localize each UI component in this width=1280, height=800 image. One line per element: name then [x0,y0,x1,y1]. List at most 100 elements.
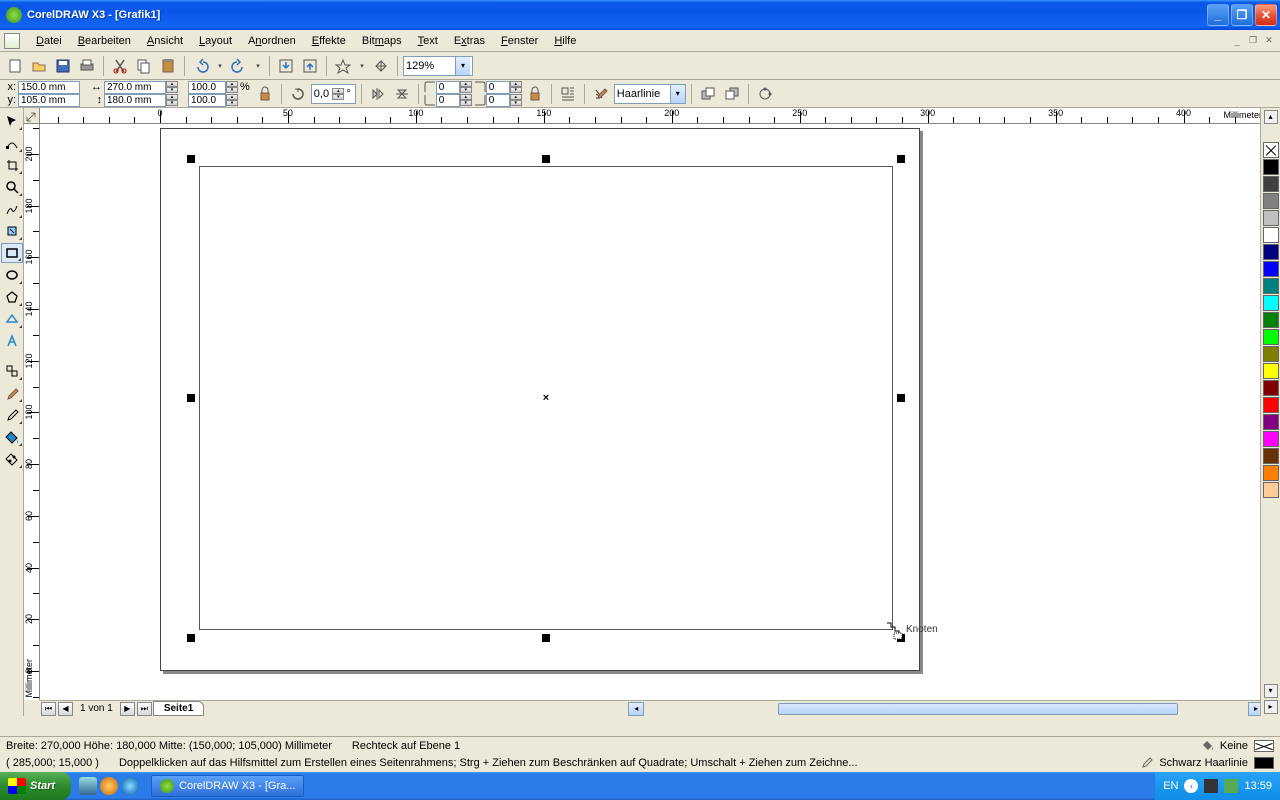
menu-anordnen[interactable]: Anordnen [240,33,304,49]
app-launcher-dropdown[interactable]: ▾ [356,62,368,70]
outline-width-combo[interactable]: Haarlinie▾ [614,84,686,104]
child-close-button[interactable]: ✕ [1262,35,1276,47]
handle-sw[interactable] [187,634,195,642]
palette-down-button[interactable]: ▾ [1264,684,1278,698]
corner-2-input[interactable]: 0 [436,94,460,107]
smart-fill-tool[interactable] [1,221,23,241]
y-position-input[interactable]: 105.0 mm [18,94,80,107]
first-page-button[interactable]: ⏮ [41,702,56,716]
swatch-6[interactable] [1263,261,1279,277]
horizontal-ruler[interactable]: Millimeter 050100150200250300350400 [40,108,1264,124]
undo-button[interactable] [190,55,212,77]
polygon-tool[interactable] [1,287,23,307]
swatch-4[interactable] [1263,227,1279,243]
swatch-0[interactable] [1263,159,1279,175]
freehand-tool[interactable] [1,199,23,219]
swatch-9[interactable] [1263,312,1279,328]
export-button[interactable] [299,55,321,77]
tray-language[interactable]: EN [1163,780,1178,792]
text-tool[interactable] [1,331,23,351]
menu-effekte[interactable]: Effekte [304,33,354,49]
handle-ne[interactable] [897,155,905,163]
swatch-1[interactable] [1263,176,1279,192]
menu-bearbeiten[interactable]: Bearbeiten [70,33,139,49]
fill-tool[interactable] [1,427,23,447]
paste-button[interactable] [157,55,179,77]
document-icon[interactable] [4,33,20,49]
horizontal-scrollbar[interactable]: ◂ ▸ [208,702,1264,716]
swatch-13[interactable] [1263,380,1279,396]
swatch-3[interactable] [1263,210,1279,226]
swatch-5[interactable] [1263,244,1279,260]
last-page-button[interactable]: ⏭ [137,702,152,716]
corner-1-input[interactable]: 0 [436,81,460,94]
ellipse-tool[interactable] [1,265,23,285]
handle-w[interactable] [187,394,195,402]
tray-clock[interactable]: 13:59 [1244,780,1272,792]
menu-fenster[interactable]: Fenster [493,33,546,49]
scale-x-input[interactable]: 100.0 [188,81,226,94]
interactive-fill-tool[interactable] [1,449,23,469]
to-back-button[interactable] [721,83,743,105]
app-launcher-button[interactable] [332,55,354,77]
swatch-18[interactable] [1263,465,1279,481]
menu-bitmaps[interactable]: Bitmaps [354,33,410,49]
mirror-h-button[interactable] [367,83,389,105]
corner-4-input[interactable]: 0 [486,94,510,107]
scroll-left-button[interactable]: ◂ [628,702,644,716]
redo-dropdown[interactable]: ▾ [252,62,264,70]
menu-text[interactable]: Text [410,33,446,49]
interactive-blend-tool[interactable] [1,361,23,381]
menu-datei[interactable]: Datei [28,33,70,49]
child-restore-button[interactable]: ❐ [1246,35,1260,47]
palette-flyout-button[interactable]: ▸ [1264,700,1278,714]
swatch-2[interactable] [1263,193,1279,209]
handle-s[interactable] [542,634,550,642]
ql-browser[interactable] [100,777,118,795]
palette-up-button[interactable]: ▴ [1264,110,1278,124]
swatch-none[interactable] [1263,142,1279,158]
pick-tool[interactable] [1,111,23,131]
undo-dropdown[interactable]: ▾ [214,62,226,70]
tray-info-icon[interactable]: ‹ [1184,779,1198,793]
cut-button[interactable] [109,55,131,77]
drawing-canvas[interactable]: × Knoten [40,124,1264,700]
open-button[interactable] [28,55,50,77]
print-button[interactable] [76,55,98,77]
swatch-14[interactable] [1263,397,1279,413]
zoom-dropdown-icon[interactable]: ▾ [455,57,470,75]
maximize-button[interactable]: ❐ [1231,4,1253,26]
menu-ansicht[interactable]: Ansicht [139,33,191,49]
handle-nw[interactable] [187,155,195,163]
zoom-combo[interactable]: 129% ▾ [403,56,473,76]
ruler-origin[interactable] [24,108,40,124]
corner-3-input[interactable]: 0 [486,81,510,94]
rectangle-tool[interactable] [1,243,23,263]
handle-e[interactable] [897,394,905,402]
basic-shapes-tool[interactable] [1,309,23,329]
outline-indicator[interactable] [1254,757,1274,769]
swatch-11[interactable] [1263,346,1279,362]
ql-ie[interactable] [121,777,139,795]
redo-button[interactable] [228,55,250,77]
tray-icon-1[interactable] [1204,779,1218,793]
fill-indicator[interactable] [1254,740,1274,752]
swatch-10[interactable] [1263,329,1279,345]
ql-show-desktop[interactable] [79,777,97,795]
handle-n[interactable] [542,155,550,163]
rotation-input[interactable]: 0,0▴▾° [311,84,356,104]
menu-layout[interactable]: Layout [191,33,240,49]
page-tab-1[interactable]: Seite1 [153,701,204,716]
swatch-19[interactable] [1263,482,1279,498]
shape-tool[interactable] [1,133,23,153]
swatch-16[interactable] [1263,431,1279,447]
scale-y-input[interactable]: 100.0 [188,94,226,107]
zoom-tool[interactable] [1,177,23,197]
tray-icon-2[interactable] [1224,779,1238,793]
vertical-ruler[interactable]: Millimeter 020406080100120140160180200 [24,124,40,700]
start-button[interactable]: Start [0,772,71,800]
to-front-button[interactable] [697,83,719,105]
close-button[interactable]: ✕ [1255,4,1277,26]
taskbar-app-button[interactable]: CorelDRAW X3 - [Gra... [151,775,304,797]
width-input[interactable]: 270.0 mm [104,81,166,94]
